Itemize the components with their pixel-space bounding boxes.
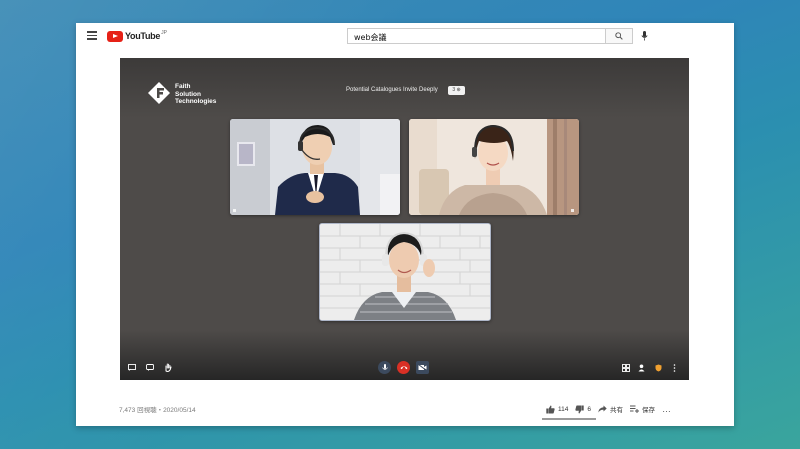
shield-icon	[655, 364, 662, 371]
dislike-count: 6	[587, 405, 591, 413]
brand-line-1: Faith	[175, 83, 191, 90]
hand-icon	[165, 363, 171, 372]
camera-toggle-button[interactable]	[416, 361, 429, 374]
meeting-title: Potential Catalogues Invite Deeply	[346, 87, 438, 93]
meeting-controls	[120, 358, 689, 378]
microphone-icon	[640, 31, 648, 41]
participants-button[interactable]	[636, 362, 647, 373]
more-actions-button[interactable]: …	[662, 404, 672, 414]
browser-window: YouTube JP web会議 Faith Solution Technolo…	[76, 23, 734, 426]
chat-icon	[145, 364, 154, 371]
save-button[interactable]: 保存	[630, 404, 655, 414]
brand-line-2: Solution	[175, 90, 201, 98]
more-actions-icon: …	[662, 404, 672, 414]
share-button[interactable]: 共有	[598, 404, 623, 414]
share-icon	[598, 405, 607, 413]
youtube-logo-text: YouTube	[125, 31, 161, 41]
microphone-toggle-icon	[381, 363, 388, 370]
company-logo-icon	[148, 82, 170, 104]
vertical-dots-icon	[673, 363, 676, 372]
youtube-header: YouTube JP web会議	[76, 23, 734, 49]
participant-tile-2[interactable]	[409, 119, 579, 215]
participant-3-image	[320, 224, 490, 320]
brand-line-3: Technologies	[175, 98, 217, 105]
youtube-logo-suffix: JP	[161, 30, 167, 36]
grid-layout-icon	[621, 363, 630, 372]
end-call-button[interactable]	[397, 361, 410, 374]
participant-1-image	[230, 119, 400, 215]
like-count: 114	[558, 405, 569, 413]
playlist-add-icon	[630, 405, 639, 413]
person-icon	[638, 364, 644, 371]
video-views-date: 7,473 回視聴・2020/05/14	[119, 407, 196, 414]
caption-icon	[127, 364, 136, 371]
sentiment-bar	[542, 418, 596, 420]
layout-button[interactable]	[620, 362, 631, 373]
search-icon	[615, 32, 623, 40]
participant-tile-3[interactable]	[319, 223, 491, 321]
thumbs-up-icon	[546, 405, 555, 413]
camera-off-icon	[418, 364, 427, 371]
company-logo-text: Faith Solution Technologies	[175, 83, 216, 106]
chat-button[interactable]	[144, 362, 155, 373]
participant-tile-1[interactable]	[230, 119, 400, 215]
thumbs-down-icon	[575, 405, 585, 413]
like-button[interactable]: 114	[546, 405, 568, 414]
hang-up-icon	[400, 366, 407, 370]
dislike-button[interactable]: 6	[575, 405, 591, 414]
more-options-button[interactable]	[669, 362, 680, 373]
raise-hand-button[interactable]	[162, 362, 173, 373]
save-label: 保存	[642, 407, 655, 414]
activities-button[interactable]	[653, 362, 664, 373]
youtube-play-icon	[107, 30, 123, 42]
participant-2-image	[409, 119, 579, 215]
caption-button[interactable]	[126, 362, 137, 373]
search-button[interactable]	[605, 28, 633, 44]
search-input[interactable]: web会議	[347, 28, 605, 44]
video-actions: 114 6 共有 保存 …	[546, 403, 679, 415]
voice-search-button[interactable]	[637, 29, 651, 43]
microphone-toggle-button[interactable]	[378, 361, 391, 374]
share-label: 共有	[610, 407, 623, 414]
participant-badge[interactable]: 3 ⊕	[448, 86, 465, 95]
youtube-logo[interactable]: YouTube JP	[107, 30, 167, 42]
video-player[interactable]: Faith Solution Technologies Potential Ca…	[120, 58, 689, 380]
menu-icon[interactable]	[87, 31, 97, 40]
